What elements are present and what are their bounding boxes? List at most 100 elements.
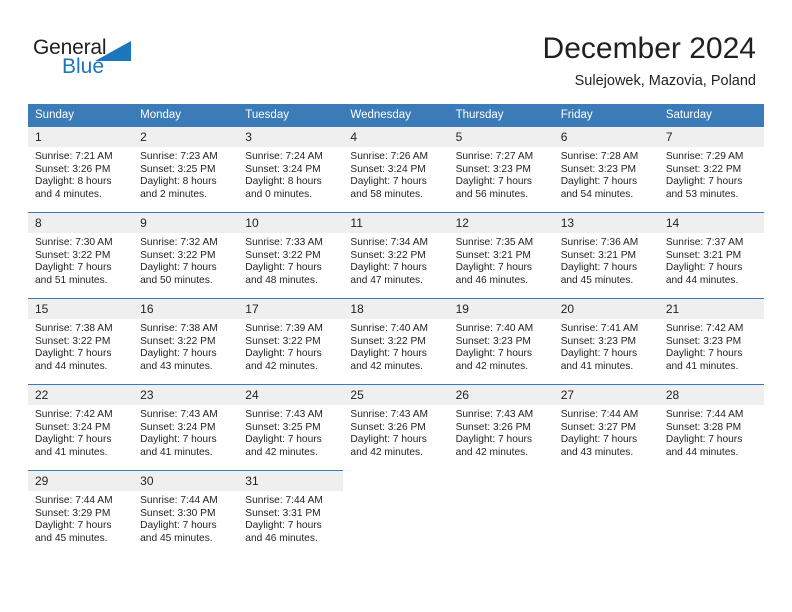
calendar-header-row: Sunday Monday Tuesday Wednesday Thursday… (28, 104, 764, 127)
sunset-text: Sunset: 3:27 PM (560, 421, 637, 433)
day-cell[interactable]: 20 Sunrise: 7:41 AM Sunset: 3:23 PM Dayl… (553, 298, 659, 385)
day-cell[interactable]: 5 Sunrise: 7:27 AM Sunset: 3:23 PM Dayli… (448, 126, 554, 213)
day-cell[interactable]: 3 Sunrise: 7:24 AM Sunset: 3:24 PM Dayli… (238, 126, 344, 213)
day-cell[interactable]: 17 Sunrise: 7:39 AM Sunset: 3:22 PM Dayl… (238, 298, 344, 385)
daylight-text-line1: Daylight: 7 hours (35, 520, 112, 532)
sunrise-text: Sunrise: 7:43 AM (455, 409, 534, 420)
daylight-text-line1: Daylight: 7 hours (350, 348, 427, 360)
sunrise-text: Sunrise: 7:44 AM (560, 409, 639, 420)
sunset-text: Sunset: 3:23 PM (665, 335, 742, 347)
sunrise-text: Sunrise: 7:23 AM (140, 151, 218, 162)
sunrise-text: Sunrise: 7:40 AM (455, 323, 534, 334)
sunrise-text: Sunrise: 7:37 AM (665, 237, 744, 248)
day-cell[interactable]: 25 Sunrise: 7:43 AM Sunset: 3:26 PM Dayl… (343, 384, 449, 471)
daylight-text-line2: and 45 minutes. (140, 532, 213, 544)
day-cell[interactable]: 19 Sunrise: 7:40 AM Sunset: 3:23 PM Dayl… (448, 298, 554, 385)
sunset-text: Sunset: 3:30 PM (140, 507, 216, 519)
day-cell[interactable]: 13 Sunrise: 7:36 AM Sunset: 3:21 PM Dayl… (553, 212, 659, 299)
daylight-text-line1: Daylight: 7 hours (560, 434, 638, 446)
day-number: 2 (133, 127, 239, 147)
day-cell[interactable]: 9 Sunrise: 7:32 AM Sunset: 3:22 PM Dayli… (133, 212, 239, 299)
sunrise-text: Sunrise: 7:29 AM (665, 151, 744, 162)
sunrise-text: Sunrise: 7:43 AM (350, 409, 429, 420)
day-cell[interactable]: 21 Sunrise: 7:42 AM Sunset: 3:23 PM Dayl… (658, 298, 764, 385)
day-number: 7 (658, 127, 764, 147)
day-number (553, 471, 659, 491)
day-cell[interactable]: 26 Sunrise: 7:43 AM Sunset: 3:26 PM Dayl… (448, 384, 554, 471)
sunset-text: Sunset: 3:22 PM (350, 335, 426, 347)
day-cell[interactable]: 15 Sunrise: 7:38 AM Sunset: 3:22 PM Dayl… (28, 298, 134, 385)
day-details: Sunrise: 7:38 AM Sunset: 3:22 PM Dayligh… (28, 319, 133, 373)
day-number: 15 (28, 299, 134, 319)
day-details: Sunrise: 7:28 AM Sunset: 3:23 PM Dayligh… (554, 147, 659, 201)
daylight-text-line2: and 42 minutes. (350, 446, 423, 458)
day-cell[interactable]: 28 Sunrise: 7:44 AM Sunset: 3:28 PM Dayl… (658, 384, 764, 471)
sunset-text: Sunset: 3:22 PM (35, 249, 111, 261)
day-cell[interactable]: 18 Sunrise: 7:40 AM Sunset: 3:22 PM Dayl… (343, 298, 449, 385)
sunset-text: Sunset: 3:24 PM (245, 163, 321, 175)
day-cell[interactable]: 10 Sunrise: 7:33 AM Sunset: 3:22 PM Dayl… (238, 212, 344, 299)
day-details: Sunrise: 7:40 AM Sunset: 3:23 PM Dayligh… (449, 319, 554, 373)
day-cell[interactable]: 2 Sunrise: 7:23 AM Sunset: 3:25 PM Dayli… (133, 126, 239, 213)
day-cell[interactable]: 30 Sunrise: 7:44 AM Sunset: 3:30 PM Dayl… (133, 470, 239, 556)
day-number: 3 (238, 127, 344, 147)
day-cell[interactable]: 8 Sunrise: 7:30 AM Sunset: 3:22 PM Dayli… (28, 212, 134, 299)
day-cell[interactable]: 31 Sunrise: 7:44 AM Sunset: 3:31 PM Dayl… (238, 470, 344, 556)
day-cell[interactable]: 6 Sunrise: 7:28 AM Sunset: 3:23 PM Dayli… (553, 126, 659, 213)
sunrise-text: Sunrise: 7:38 AM (35, 323, 113, 334)
sunset-text: Sunset: 3:21 PM (560, 249, 637, 261)
daylight-text-line1: Daylight: 8 hours (140, 176, 217, 188)
daylight-text-line1: Daylight: 7 hours (665, 262, 743, 274)
sunset-text: Sunset: 3:23 PM (455, 163, 531, 175)
sunset-text: Sunset: 3:31 PM (245, 507, 321, 519)
day-cell[interactable]: 29 Sunrise: 7:44 AM Sunset: 3:29 PM Dayl… (28, 470, 134, 556)
daylight-text-line2: and 47 minutes. (350, 274, 423, 286)
calendar-week-row: 1 Sunrise: 7:21 AM Sunset: 3:26 PM Dayli… (28, 126, 764, 213)
daylight-text-line2: and 45 minutes. (560, 274, 634, 286)
day-cell-empty (448, 470, 554, 556)
sunset-text: Sunset: 3:23 PM (560, 335, 637, 347)
calendar-week-row: 22 Sunrise: 7:42 AM Sunset: 3:24 PM Dayl… (28, 384, 764, 471)
daylight-text-line2: and 58 minutes. (350, 188, 423, 200)
day-cell[interactable]: 7 Sunrise: 7:29 AM Sunset: 3:22 PM Dayli… (658, 126, 764, 213)
day-cell[interactable]: 12 Sunrise: 7:35 AM Sunset: 3:21 PM Dayl… (448, 212, 554, 299)
day-number: 31 (238, 471, 344, 491)
weekday-header-sunday: Sunday (28, 104, 134, 127)
day-number: 26 (448, 385, 554, 405)
day-number (658, 471, 764, 491)
daylight-text-line2: and 53 minutes. (665, 188, 739, 200)
calendar-page: General Blue December 2024 Sulejowek, Ma… (0, 0, 792, 612)
daylight-text-line1: Daylight: 7 hours (35, 434, 112, 446)
sunrise-text: Sunrise: 7:21 AM (35, 151, 113, 162)
sunrise-text: Sunrise: 7:44 AM (665, 409, 744, 420)
day-cell-empty (658, 470, 764, 556)
day-cell[interactable]: 1 Sunrise: 7:21 AM Sunset: 3:26 PM Dayli… (28, 126, 134, 213)
day-cell[interactable]: 14 Sunrise: 7:37 AM Sunset: 3:21 PM Dayl… (658, 212, 764, 299)
day-cell[interactable]: 27 Sunrise: 7:44 AM Sunset: 3:27 PM Dayl… (553, 384, 659, 471)
day-cell[interactable]: 11 Sunrise: 7:34 AM Sunset: 3:22 PM Dayl… (343, 212, 449, 299)
day-cell[interactable]: 16 Sunrise: 7:38 AM Sunset: 3:22 PM Dayl… (133, 298, 239, 385)
sunrise-text: Sunrise: 7:44 AM (35, 495, 113, 506)
general-blue-logo: General Blue (33, 36, 163, 86)
day-details: Sunrise: 7:39 AM Sunset: 3:22 PM Dayligh… (238, 319, 343, 373)
daylight-text-line2: and 42 minutes. (245, 360, 318, 372)
day-cell[interactable]: 4 Sunrise: 7:26 AM Sunset: 3:24 PM Dayli… (343, 126, 449, 213)
daylight-text-line1: Daylight: 7 hours (665, 434, 743, 446)
sunset-text: Sunset: 3:29 PM (35, 507, 111, 519)
sunrise-text: Sunrise: 7:32 AM (140, 237, 218, 248)
day-number: 8 (28, 213, 134, 233)
day-cell[interactable]: 24 Sunrise: 7:43 AM Sunset: 3:25 PM Dayl… (238, 384, 344, 471)
day-number: 11 (343, 213, 449, 233)
day-number: 6 (553, 127, 659, 147)
day-details: Sunrise: 7:33 AM Sunset: 3:22 PM Dayligh… (238, 233, 343, 287)
day-cell[interactable]: 23 Sunrise: 7:43 AM Sunset: 3:24 PM Dayl… (133, 384, 239, 471)
day-details: Sunrise: 7:29 AM Sunset: 3:22 PM Dayligh… (659, 147, 764, 201)
sunrise-text: Sunrise: 7:34 AM (350, 237, 429, 248)
day-number (448, 471, 554, 491)
sunset-text: Sunset: 3:24 PM (140, 421, 216, 433)
sunset-text: Sunset: 3:25 PM (140, 163, 216, 175)
day-cell[interactable]: 22 Sunrise: 7:42 AM Sunset: 3:24 PM Dayl… (28, 384, 134, 471)
daylight-text-line1: Daylight: 7 hours (350, 176, 427, 188)
weekday-header-tuesday: Tuesday (238, 104, 344, 127)
daylight-text-line1: Daylight: 7 hours (455, 262, 533, 274)
